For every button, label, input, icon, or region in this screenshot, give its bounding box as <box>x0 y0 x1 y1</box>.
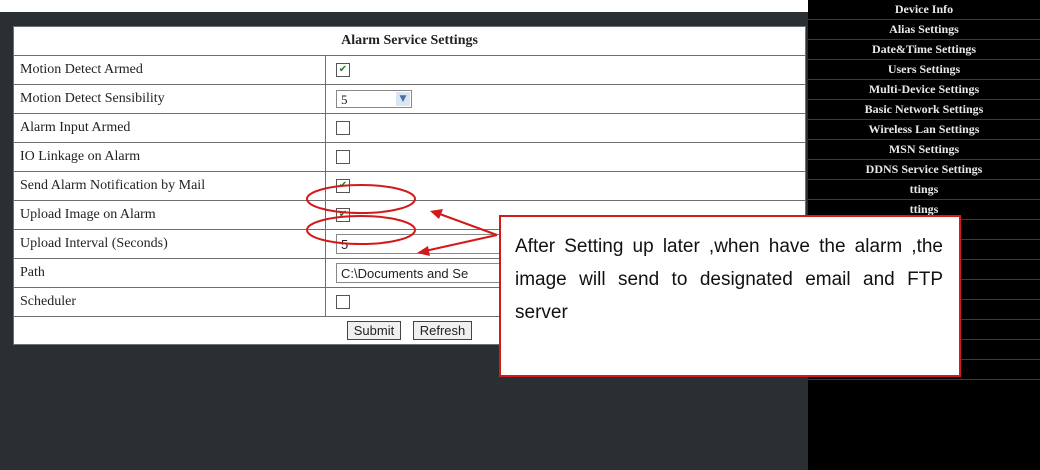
annotation-callout: After Setting up later ,when have the al… <box>499 215 961 377</box>
annotation-arrow-line <box>436 212 498 236</box>
annotation-arrowhead <box>417 246 430 256</box>
annotation-arrow-line <box>424 234 498 252</box>
highlight-ellipse-send-mail <box>306 184 416 214</box>
highlight-ellipse-upload-image <box>306 215 416 245</box>
